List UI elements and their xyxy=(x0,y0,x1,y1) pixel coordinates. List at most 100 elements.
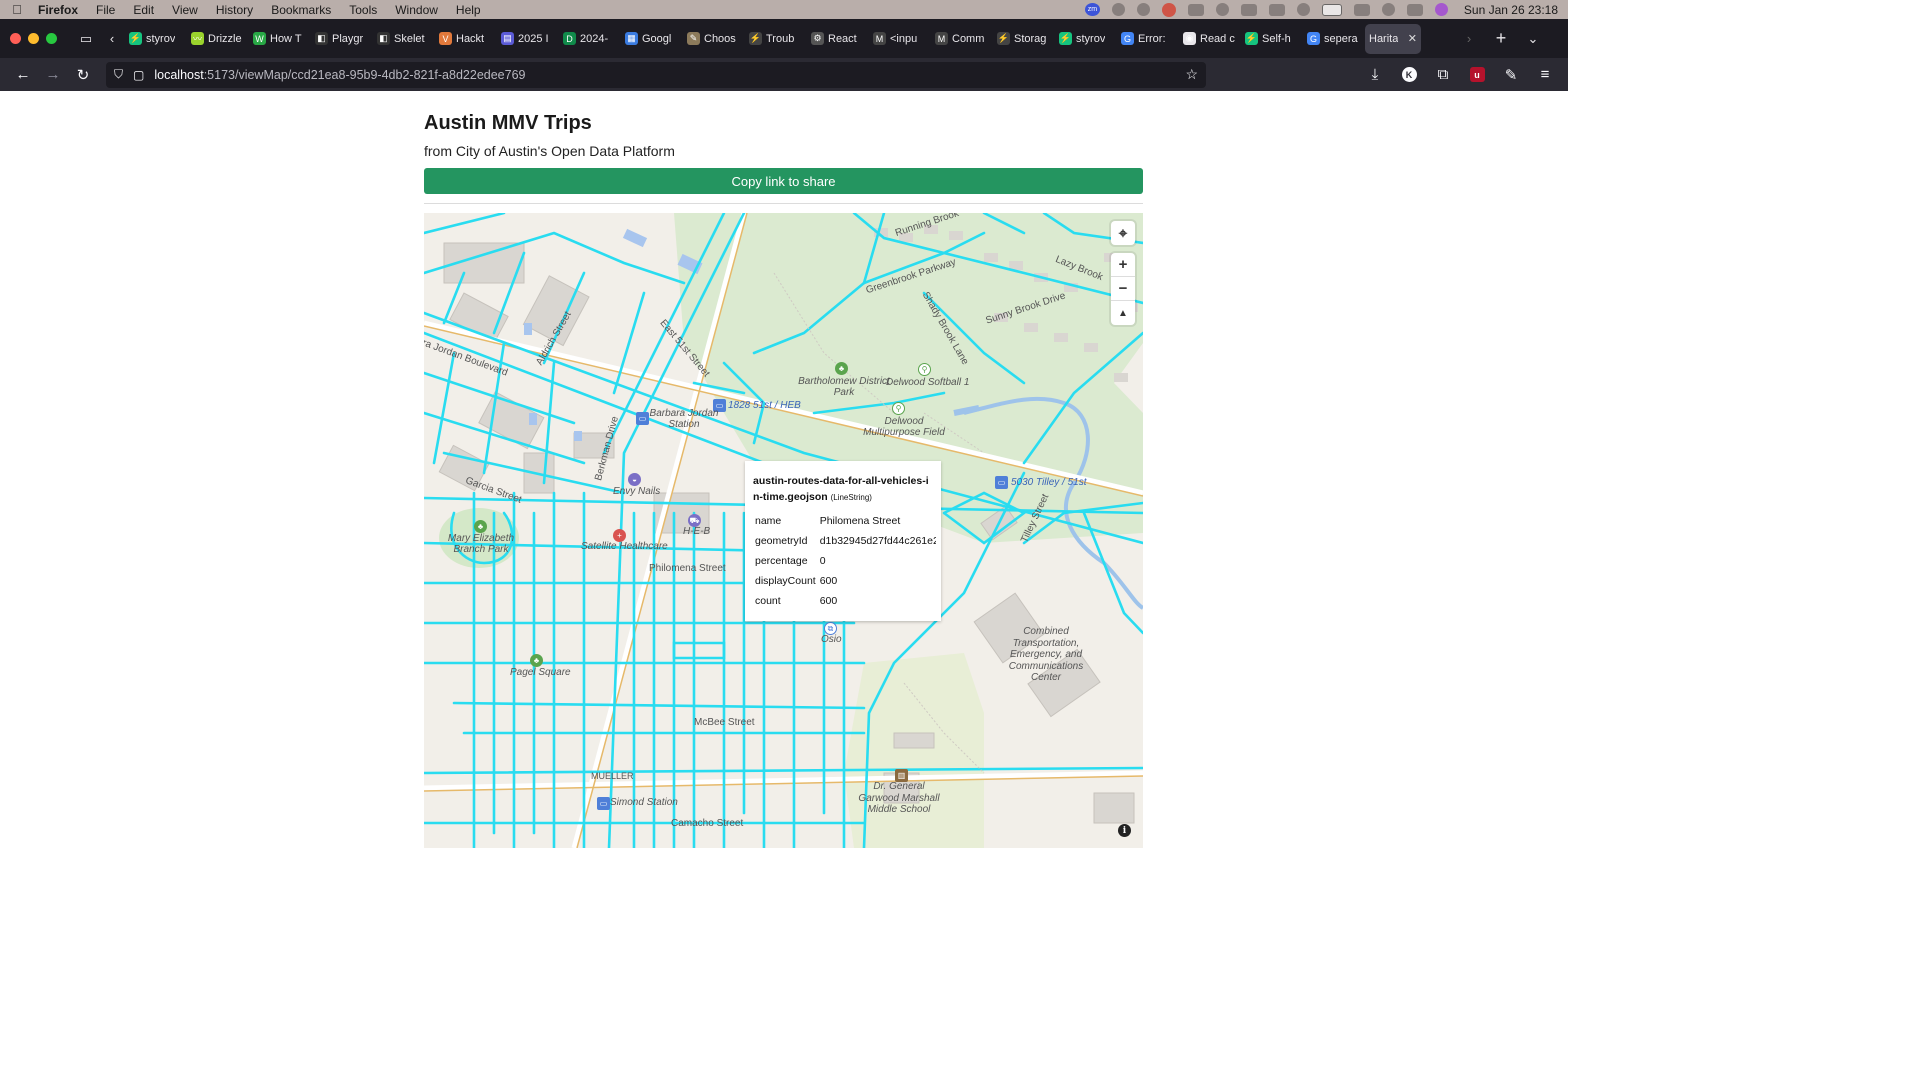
browser-tab[interactable]: Harita ✕ xyxy=(1365,23,1421,54)
forward-icon[interactable]: → xyxy=(38,61,68,89)
label-satellite-healthcare: Satellite Healthcare xyxy=(581,541,668,552)
spotlight-search-icon[interactable] xyxy=(1381,3,1395,16)
siri-icon[interactable] xyxy=(1434,3,1448,16)
reload-icon[interactable]: ↻ xyxy=(68,61,98,89)
copy-link-button[interactable]: Copy link to share xyxy=(424,168,1143,194)
color-picker-icon[interactable]: ✎ xyxy=(1496,61,1526,89)
browser-tab[interactable]: G Error: xyxy=(1117,24,1179,54)
tab-label: Harita xyxy=(1369,32,1399,45)
compass-icon[interactable]: ▲ xyxy=(1111,301,1135,325)
zoom-app-icon[interactable]: zm xyxy=(1084,3,1100,16)
tabs-scroll-right-icon[interactable]: › xyxy=(1456,26,1482,52)
tab-favicon-icon: M xyxy=(873,32,886,45)
zoom-in-button[interactable]: + xyxy=(1111,253,1135,277)
account-icon[interactable]: K xyxy=(1394,61,1424,89)
browser-tab[interactable]: ✎ Choos xyxy=(683,24,745,54)
tab-favicon-icon: G xyxy=(1307,32,1320,45)
bus-stop-marker-tilley[interactable]: ▭ xyxy=(995,476,1008,489)
browser-tab[interactable]: ◧ Skelet xyxy=(373,24,435,54)
app-menu-icon[interactable]: ≡ xyxy=(1530,61,1560,89)
grid-icon[interactable] xyxy=(1240,3,1257,16)
fullscreen-window-button[interactable] xyxy=(46,33,57,44)
creative-cloud-icon[interactable] xyxy=(1111,3,1125,16)
chrome-icon[interactable] xyxy=(1136,3,1150,16)
park-marker-delwood-field[interactable]: ⚲ xyxy=(892,402,905,415)
menu-edit[interactable]: Edit xyxy=(133,3,154,17)
browser-tab[interactable]: ⚡ styrov xyxy=(1055,24,1117,54)
browser-tab[interactable]: ⚡ Troub xyxy=(745,24,807,54)
park-marker-delwood-softball[interactable]: ⚲ xyxy=(918,363,931,376)
browser-tab[interactable]: W How T xyxy=(249,24,311,54)
downloads-icon[interactable]: ⤓ xyxy=(1360,61,1390,89)
park-marker-mary-elizabeth[interactable]: ♣ xyxy=(474,520,487,533)
tab-label: Skelet xyxy=(394,32,425,45)
attribution-info-icon[interactable]: i xyxy=(1118,824,1131,837)
tab-overview-icon[interactable]: ▭ xyxy=(73,26,99,52)
page-info-icon[interactable]: ▢ xyxy=(133,68,144,82)
browser-tab[interactable]: ⚡ Self-h xyxy=(1241,24,1303,54)
browser-tab[interactable]: ▤ 2025 I xyxy=(497,24,559,54)
browser-tab[interactable]: ▦ Googl xyxy=(621,24,683,54)
browser-tab[interactable]: Gsepera xyxy=(1303,24,1365,54)
play-icon[interactable] xyxy=(1296,3,1310,16)
moon-icon[interactable] xyxy=(1215,3,1229,16)
browser-tab[interactable]: ◧ Playgr xyxy=(311,24,373,54)
bus-stop-marker-simond[interactable]: ▭ xyxy=(597,797,610,810)
tab-label: Read c xyxy=(1200,32,1235,45)
extensions-icon[interactable]: ⧉ xyxy=(1428,61,1458,89)
apple-menu-icon[interactable]:  xyxy=(10,2,24,17)
tab-label: Comm xyxy=(952,32,985,45)
close-window-button[interactable] xyxy=(10,33,21,44)
menu-app-name[interactable]: Firefox xyxy=(38,3,78,17)
tab-label: 2024- xyxy=(580,32,609,45)
menu-file[interactable]: File xyxy=(96,3,115,17)
back-icon[interactable]: ← xyxy=(8,61,38,89)
new-tab-icon[interactable]: + xyxy=(1488,26,1514,52)
menu-history[interactable]: History xyxy=(216,3,253,17)
label-bus-1828: 1828 51st / HEB xyxy=(728,400,801,411)
bus-stop-marker-barbara-jordan[interactable]: ▭ xyxy=(636,412,649,425)
park-marker-bartholomew[interactable]: ♣ xyxy=(835,362,848,375)
browser-tab[interactable]: ⚙ React xyxy=(807,24,869,54)
tracking-protection-shield-icon[interactable]: ⛉ xyxy=(114,67,123,82)
shop-marker-envy-nails[interactable]: ◒ xyxy=(628,473,641,486)
ublock-origin-icon[interactable]: u xyxy=(1462,61,1492,89)
tabs-scroll-left-icon[interactable]: ‹ xyxy=(99,26,125,52)
browser-tab[interactable]: 〰 Drizzle xyxy=(187,24,249,54)
tab-favicon-icon: ◧ xyxy=(377,32,390,45)
zoom-out-button[interactable]: − xyxy=(1111,277,1135,301)
tab-label: Error: xyxy=(1138,32,1166,45)
diamond-icon[interactable] xyxy=(1187,3,1204,16)
menu-help[interactable]: Help xyxy=(456,3,481,17)
park-marker-pagel[interactable]: ♣ xyxy=(530,654,543,667)
browser-tab[interactable]: ⚡ styrov xyxy=(125,24,187,54)
geolocate-icon[interactable]: ⌖ xyxy=(1111,221,1135,245)
menubar-clock[interactable]: Sun Jan 26 23:18 xyxy=(1464,3,1558,17)
browser-tab[interactable]: ⚡ Storag xyxy=(993,24,1055,54)
url-bar[interactable]: ⛉ ▢ localhost:5173/viewMap/ccd21ea8-95b9… xyxy=(106,61,1206,88)
minimize-window-button[interactable] xyxy=(28,33,39,44)
browser-tab[interactable]: D 2024- xyxy=(559,24,621,54)
browser-tab[interactable]: V Hackt xyxy=(435,24,497,54)
control-center-icon[interactable] xyxy=(1406,3,1423,16)
window-icon[interactable] xyxy=(1268,3,1285,16)
list-all-tabs-icon[interactable]: ⌄ xyxy=(1520,26,1546,52)
table-row: percentage 0 xyxy=(753,551,936,571)
record-icon[interactable] xyxy=(1161,2,1176,17)
menu-tools[interactable]: Tools xyxy=(349,3,377,17)
map-canvas[interactable]: ♣ ⚲ ⚲ ▭ ▭ ◒ ⛟ ♣ + ▭ ♣ ⧉ ▥ ▭ Running Broo… xyxy=(424,213,1143,848)
bookmark-star-icon[interactable]: ☆ xyxy=(1185,66,1198,83)
tab-favicon-icon: ▤ xyxy=(501,32,514,45)
wifi-icon[interactable] xyxy=(1353,3,1370,16)
menu-view[interactable]: View xyxy=(172,3,198,17)
browser-tab[interactable]: M <inpu xyxy=(869,24,931,54)
page-title: Austin MMV Trips xyxy=(424,112,592,134)
menu-bookmarks[interactable]: Bookmarks xyxy=(271,3,331,17)
prop-key: count xyxy=(755,595,781,607)
url-path: :5173/viewMap/ccd21ea8-95b9-4db2-821f-a8… xyxy=(203,67,526,82)
battery-icon[interactable] xyxy=(1321,3,1342,16)
browser-tab[interactable]: ◉ Read c xyxy=(1179,24,1241,54)
browser-tab[interactable]: M Comm xyxy=(931,24,993,54)
menu-window[interactable]: Window xyxy=(395,3,438,17)
close-tab-icon[interactable]: ✕ xyxy=(1408,32,1417,45)
